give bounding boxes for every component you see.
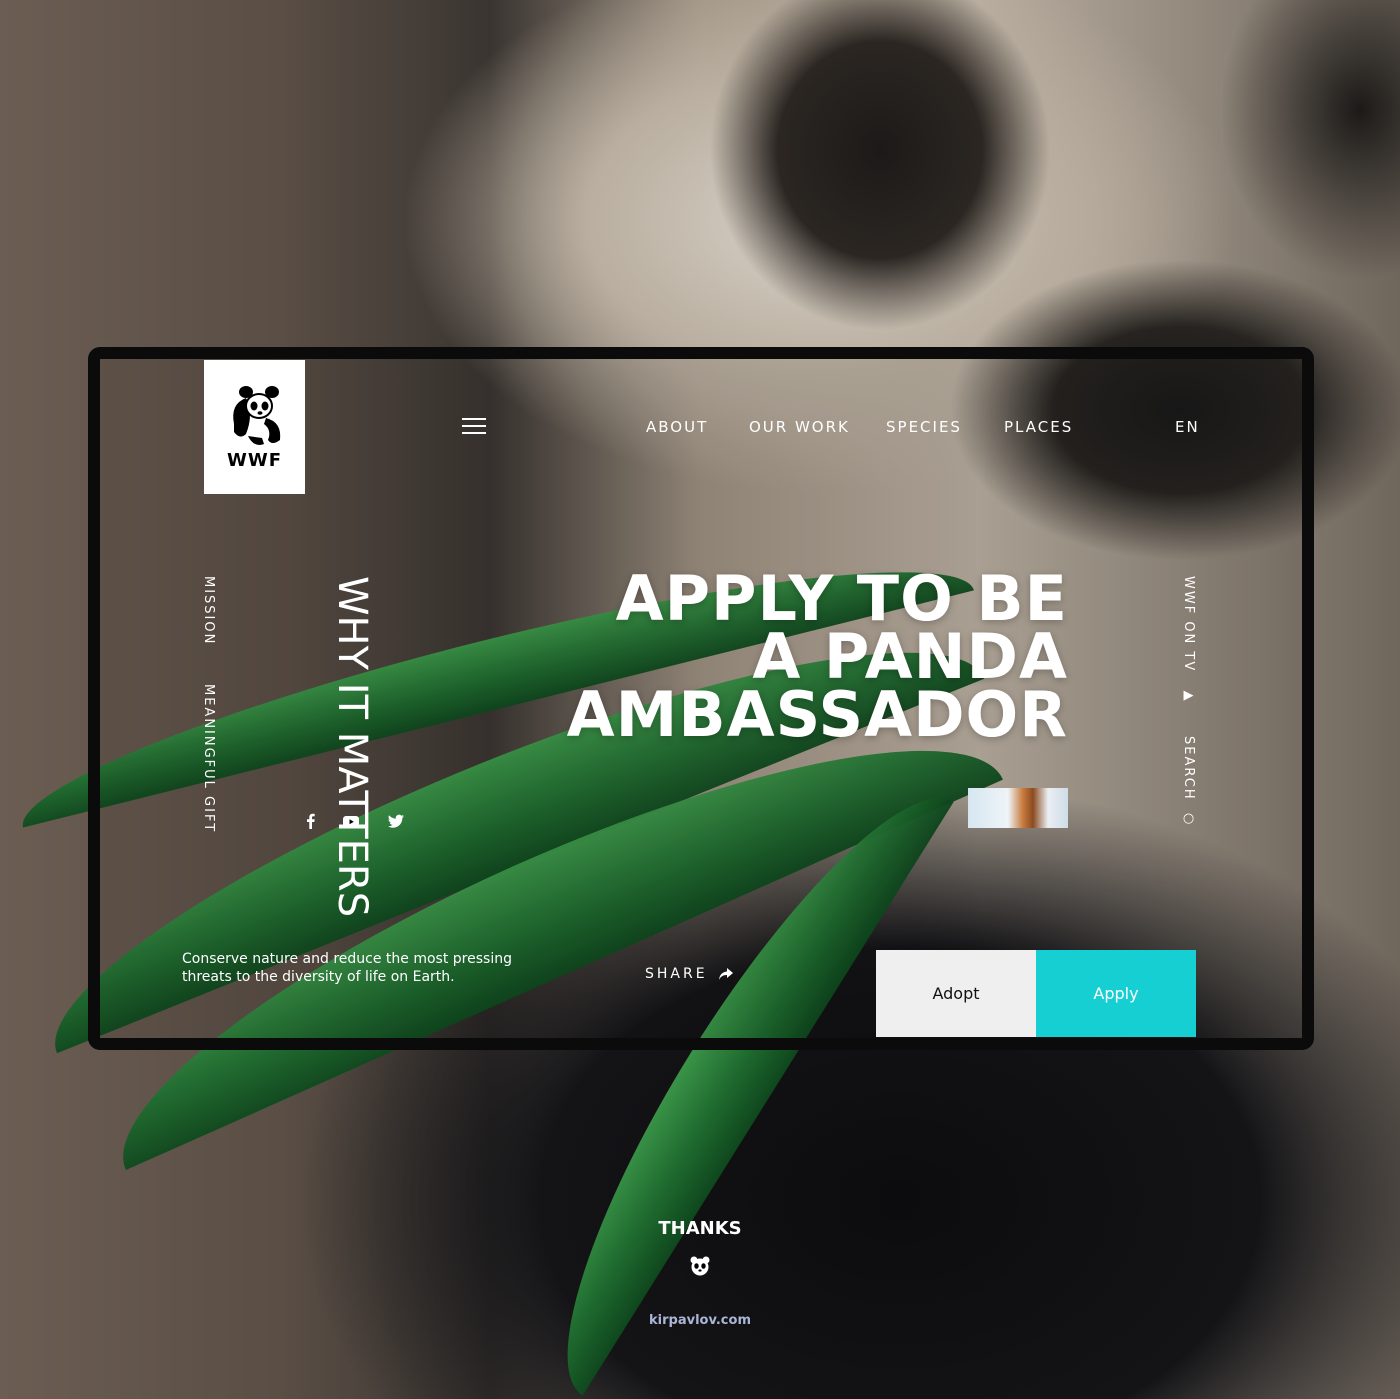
hero-line-3: AMBASSADOR xyxy=(566,678,1068,751)
wwf-on-tv-label: WWF ON TV xyxy=(1181,576,1196,673)
twitter-icon[interactable] xyxy=(387,812,405,830)
hamburger-icon[interactable] xyxy=(462,418,486,434)
nav-species[interactable]: SPECIES xyxy=(886,418,962,436)
credit-link[interactable]: kirpavlov.com xyxy=(0,1313,1400,1328)
side-link-wwf-on-tv[interactable]: WWF ON TV ▶ xyxy=(1181,576,1196,705)
why-it-matters-title[interactable]: WHY IT MATTERS xyxy=(329,576,375,917)
youtube-icon[interactable] xyxy=(342,812,360,830)
side-link-search[interactable]: SEARCH ○ xyxy=(1181,736,1196,828)
search-label: SEARCH xyxy=(1181,736,1196,801)
facebook-icon[interactable] xyxy=(302,812,320,830)
nav-places[interactable]: PLACES xyxy=(1004,418,1073,436)
side-link-mission[interactable]: MISSION xyxy=(201,576,216,645)
wwf-logo[interactable]: WWF xyxy=(204,360,305,494)
logo-text: WWF xyxy=(226,449,282,471)
language-switch[interactable]: EN xyxy=(1175,418,1200,436)
share-label: SHARE xyxy=(645,966,708,982)
adopt-button[interactable]: Adopt xyxy=(876,950,1036,1037)
play-icon: ▶ xyxy=(1181,688,1196,706)
nav-about[interactable]: ABOUT xyxy=(646,418,708,436)
share-button[interactable]: SHARE xyxy=(645,966,734,982)
panda-face-icon xyxy=(690,1256,710,1276)
squirrel-thumbnail[interactable] xyxy=(968,788,1068,828)
apply-button[interactable]: Apply xyxy=(1036,950,1196,1037)
share-arrow-icon xyxy=(718,968,733,980)
panda-logo-icon xyxy=(231,385,284,446)
mission-text: Conserve nature and reduce the most pres… xyxy=(182,951,512,985)
nav-our-work[interactable]: OUR WORK xyxy=(749,418,850,436)
hero-headline: APPLY TO BE A PANDA AMBASSADOR xyxy=(566,568,1068,751)
search-icon: ○ xyxy=(1181,810,1196,828)
side-link-gift[interactable]: MEANINGFUL GIFT xyxy=(201,684,216,833)
thanks-heading: THANKS xyxy=(658,1218,742,1239)
